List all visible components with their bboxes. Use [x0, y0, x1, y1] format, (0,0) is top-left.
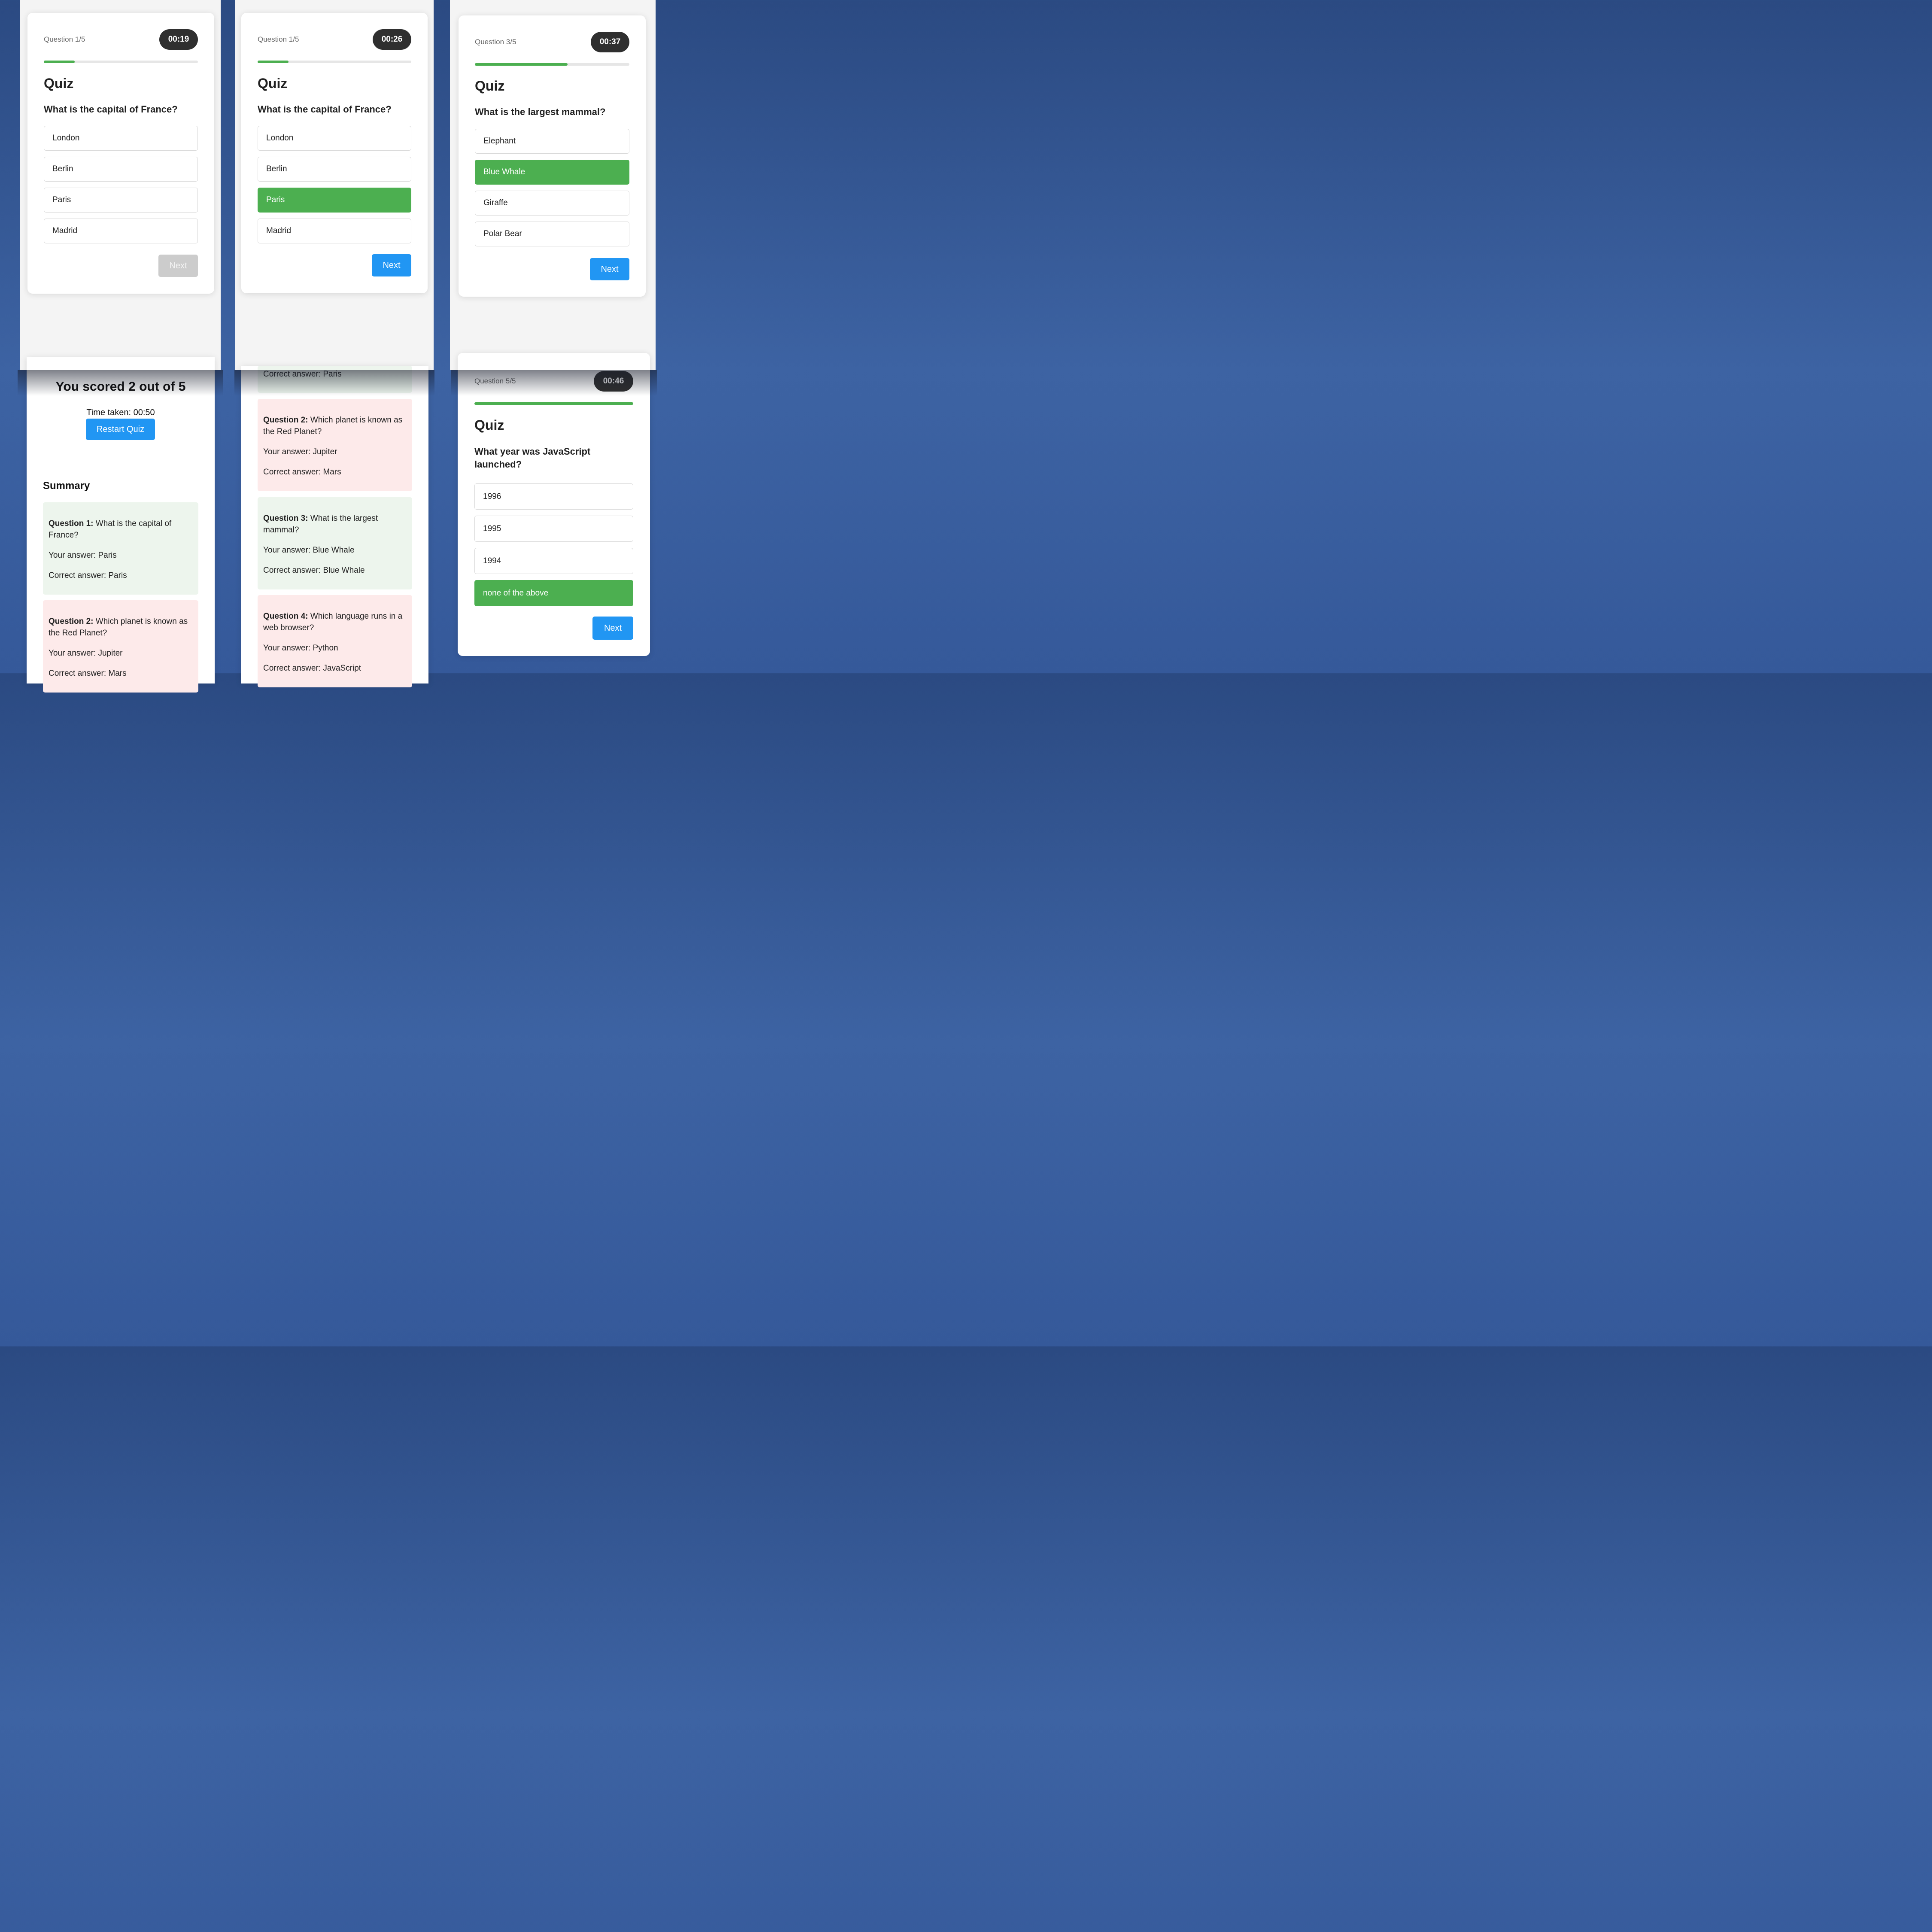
summary-item: Question 1: What is the capital of Franc…	[43, 502, 198, 595]
timer-badge: 00:19	[159, 29, 198, 50]
answer-option[interactable]: Blue Whale	[475, 160, 629, 185]
timer-badge: 00:37	[591, 32, 629, 52]
answer-option[interactable]: Giraffe	[475, 191, 629, 216]
answer-option[interactable]: Polar Bear	[475, 222, 629, 246]
question-label: Question 1:	[49, 519, 94, 528]
progress-bar	[474, 402, 633, 405]
correct-answer: Correct answer: Mars	[263, 468, 341, 477]
your-answer: Your answer: Jupiter	[263, 447, 337, 456]
quiz-screen-1: Question 1/5 00:19 Quiz What is the capi…	[20, 0, 221, 370]
summary-question: Question 2: Which planet is known as the…	[263, 414, 407, 437]
quiz-screen-3: Question 3/5 00:37 Quiz What is the larg…	[450, 0, 656, 370]
quiz-card: Question 5/5 00:46 Quiz What year was Ja…	[458, 353, 650, 656]
question-text: What is the largest mammal?	[475, 106, 606, 117]
answer-options: London Berlin Paris Madrid	[44, 126, 198, 249]
answer-options: 1996 1995 1994 none of the above	[474, 483, 633, 612]
progress-fill	[258, 61, 289, 63]
progress-bar	[258, 61, 411, 63]
answer-option[interactable]: 1996	[474, 483, 633, 510]
quiz-title: Quiz	[44, 76, 74, 91]
progress-fill	[44, 61, 75, 63]
answer-option[interactable]: Madrid	[258, 219, 411, 243]
answer-option[interactable]: Madrid	[44, 219, 198, 243]
answer-options: London Berlin Paris Madrid	[258, 126, 411, 249]
your-answer: Your answer: Jupiter	[49, 649, 123, 658]
answer-option[interactable]: London	[258, 126, 411, 151]
your-answer: Your answer: Paris	[49, 551, 117, 560]
quiz-title: Quiz	[474, 417, 504, 433]
quiz-title: Quiz	[475, 78, 505, 94]
summary-item: Question 2: Which planet is known as the…	[43, 600, 198, 693]
question-counter: Question 3/5	[475, 38, 516, 46]
progress-fill	[475, 63, 568, 66]
question-text: What year was JavaScript launched?	[474, 446, 591, 470]
results-card: Correct answer: Paris Question 2: Which …	[241, 366, 428, 687]
correct-answer: Correct answer: JavaScript	[263, 664, 361, 673]
quiz-header: Question 1/5 00:19	[44, 29, 198, 50]
summary-item: Question 2: Which planet is known as the…	[258, 399, 412, 491]
summary-question: Question 1: What is the capital of Franc…	[49, 518, 193, 541]
summary-question: Question 3: What is the largest mammal?	[263, 513, 407, 536]
your-answer: Your answer: Python	[263, 644, 338, 653]
answer-options: Elephant Blue Whale Giraffe Polar Bear	[475, 129, 629, 252]
timer-badge: 00:26	[373, 29, 411, 50]
quiz-card: Question 3/5 00:37 Quiz What is the larg…	[459, 15, 646, 297]
next-button[interactable]: Next	[158, 255, 198, 277]
results-screen: You scored 2 out of 5 Time taken: 00:50 …	[18, 357, 223, 693]
question-counter: Question 1/5	[44, 35, 85, 43]
quiz-screen-6: Question 5/5 00:46 Quiz What year was Ja…	[451, 353, 657, 673]
quiz-title: Quiz	[258, 76, 288, 91]
question-label: Question 2:	[49, 617, 94, 626]
summary-item-partial: Correct answer: Paris	[258, 366, 412, 393]
correct-answer: Correct answer: Paris	[49, 571, 127, 580]
timer-badge: 00:46	[594, 371, 633, 392]
question-text: What is the capital of France?	[258, 104, 392, 115]
progress-bar	[475, 63, 629, 66]
correct-answer: Correct answer: Mars	[49, 669, 127, 678]
restart-quiz-button[interactable]: Restart Quiz	[86, 419, 155, 440]
answer-option[interactable]: Paris	[258, 188, 411, 213]
answer-option[interactable]: Paris	[44, 188, 198, 213]
quiz-header: Question 3/5 00:37	[475, 32, 629, 52]
progress-bar	[44, 61, 198, 63]
answer-option[interactable]: 1995	[474, 516, 633, 542]
quiz-header: Question 1/5 00:26	[258, 29, 411, 50]
answer-option[interactable]: Elephant	[475, 129, 629, 154]
summary-title: Summary	[43, 480, 90, 492]
correct-answer: Correct answer: Paris	[263, 370, 342, 379]
question-text: What is the capital of France?	[44, 104, 178, 115]
summary-question: Question 4: Which language runs in a web…	[263, 611, 407, 634]
next-button[interactable]: Next	[372, 254, 411, 276]
score-heading: You scored 2 out of 5	[55, 380, 186, 394]
answer-option[interactable]: 1994	[474, 548, 633, 574]
summary-item: Question 3: What is the largest mammal? …	[258, 497, 412, 589]
question-label: Question 3:	[263, 514, 308, 523]
next-button[interactable]: Next	[592, 617, 633, 640]
quiz-card: Question 1/5 00:26 Quiz What is the capi…	[241, 13, 428, 293]
question-counter: Question 1/5	[258, 35, 299, 43]
your-answer: Your answer: Blue Whale	[263, 546, 355, 555]
quiz-screen-2: Question 1/5 00:26 Quiz What is the capi…	[235, 0, 434, 370]
answer-option[interactable]: London	[44, 126, 198, 151]
answer-option[interactable]: Berlin	[44, 157, 198, 182]
answer-option[interactable]: Berlin	[258, 157, 411, 182]
quiz-card: Question 1/5 00:19 Quiz What is the capi…	[27, 13, 214, 294]
question-label: Question 4:	[263, 612, 308, 621]
question-label: Question 2:	[263, 416, 308, 425]
summary-item: Question 4: Which language runs in a web…	[258, 595, 412, 687]
question-counter: Question 5/5	[474, 377, 516, 385]
answer-option[interactable]: none of the above	[474, 580, 633, 606]
correct-answer: Correct answer: Blue Whale	[263, 566, 365, 575]
progress-fill	[474, 402, 633, 405]
time-taken: Time taken: 00:50	[86, 408, 155, 417]
next-button[interactable]: Next	[590, 258, 629, 280]
quiz-header: Question 5/5 00:46	[474, 371, 633, 392]
summary-question: Question 2: Which planet is known as the…	[49, 616, 193, 639]
results-card: You scored 2 out of 5 Time taken: 00:50 …	[27, 357, 215, 693]
results-screen-scrolled: Correct answer: Paris Question 2: Which …	[234, 366, 434, 687]
